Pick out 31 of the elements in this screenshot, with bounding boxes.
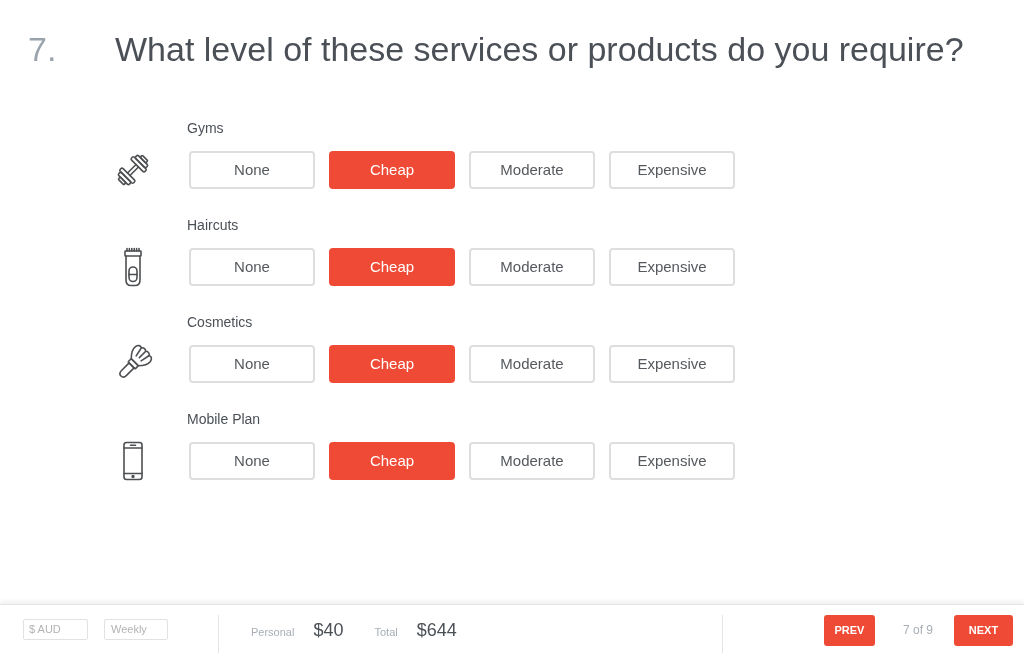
option-button[interactable]: Expensive [609, 151, 735, 189]
option-button[interactable]: Expensive [609, 345, 735, 383]
option-button[interactable]: Cheap [329, 345, 455, 383]
option-button[interactable]: Cheap [329, 151, 455, 189]
currency-field[interactable]: $ AUD [23, 618, 88, 640]
option-button[interactable]: None [189, 345, 315, 383]
question-number: 7. [28, 30, 57, 68]
service-label: Gyms [187, 119, 224, 138]
option-button[interactable]: Cheap [329, 442, 455, 480]
option-button[interactable]: Moderate [469, 442, 595, 480]
next-button[interactable]: NEXT [954, 614, 1013, 646]
option-button[interactable]: None [189, 248, 315, 286]
prev-button[interactable]: PREV [823, 614, 875, 646]
period-field[interactable]: Weekly [104, 618, 168, 640]
option-button[interactable]: Moderate [469, 345, 595, 383]
total-label: Personal [251, 624, 295, 640]
option-button[interactable]: Moderate [469, 248, 595, 286]
page-counter: 7 of 9 [902, 622, 933, 639]
service-label: Haircuts [187, 216, 239, 235]
option-button[interactable]: Expensive [609, 248, 735, 286]
option-button[interactable]: Cheap [329, 248, 455, 286]
option-button[interactable]: None [189, 151, 315, 189]
service-label: Mobile Plan [187, 410, 261, 429]
total-amount: $644 [416, 618, 457, 642]
option-button[interactable]: None [189, 442, 315, 480]
question-title: What level of these services or products do you require? [115, 29, 964, 70]
total-amount: $40 [313, 618, 344, 642]
option-button[interactable]: Expensive [609, 442, 735, 480]
total-label: Total [374, 624, 398, 640]
option-button[interactable]: Moderate [469, 151, 595, 189]
service-label: Cosmetics [187, 313, 253, 332]
